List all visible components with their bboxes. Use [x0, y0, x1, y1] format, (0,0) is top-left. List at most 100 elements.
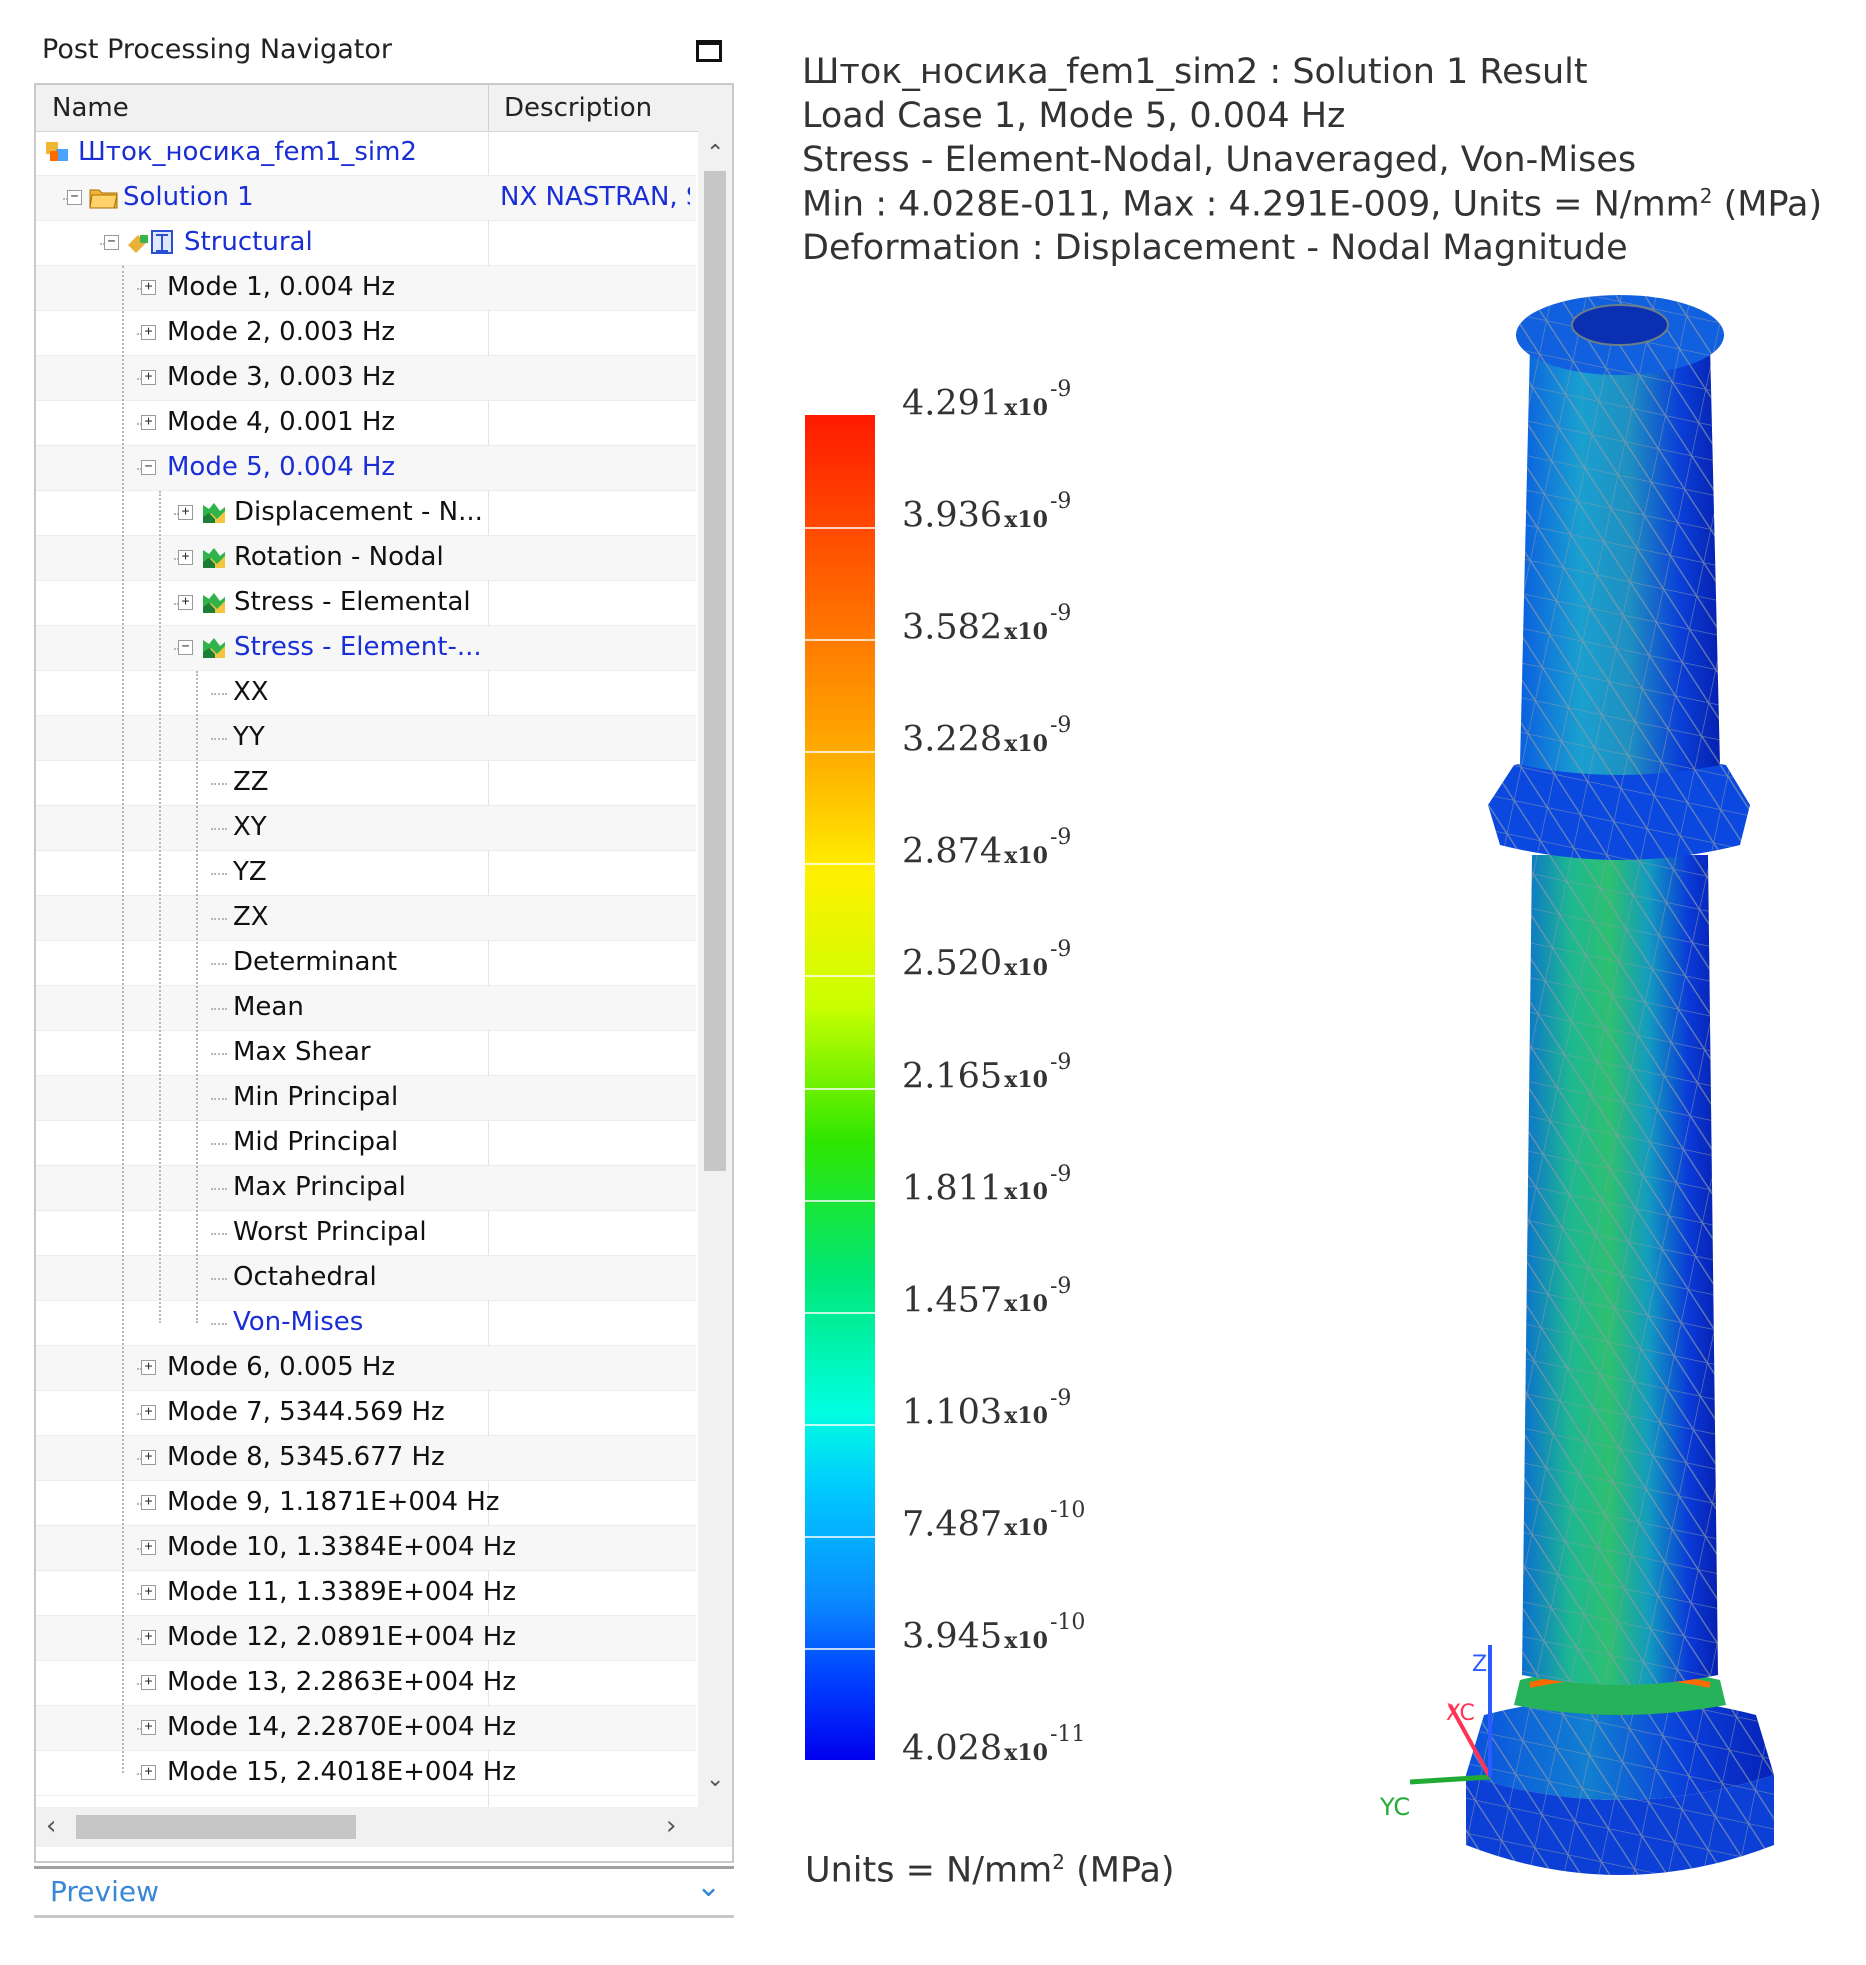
tree-row[interactable]: − Mode 5, 0.004 Hz — [36, 446, 696, 491]
tree-item-label[interactable]: Stress - Elemental — [234, 587, 471, 617]
tree-row[interactable]: + Mode 14, 2.2870E+004 Hz — [36, 1706, 696, 1751]
tree-row[interactable]: − Solution 1 NX NASTRAN, St — [36, 176, 696, 221]
vertical-scrollbar[interactable]: ⌃ ⌄ — [698, 131, 732, 1807]
tree-row[interactable]: + Mode 10, 1.3384E+004 Hz — [36, 1526, 696, 1571]
tree-item-label[interactable]: Min Principal — [233, 1082, 398, 1112]
expand-icon[interactable]: + — [141, 280, 156, 295]
tree-item-label[interactable]: Mode 10, 1.3384E+004 Hz — [167, 1532, 516, 1562]
tree-row[interactable]: YY — [36, 716, 696, 761]
tree-row[interactable]: − Structural — [36, 221, 696, 266]
tree-row[interactable]: XX — [36, 671, 696, 716]
tree-item-label[interactable]: Max Principal — [233, 1172, 406, 1202]
collapse-icon[interactable]: − — [104, 235, 119, 250]
tree-item-label[interactable]: Determinant — [233, 947, 397, 977]
tree-row[interactable]: Mid Principal — [36, 1121, 696, 1166]
tree-row[interactable]: + Mode 1, 0.004 Hz — [36, 266, 696, 311]
tree-item-label[interactable]: Solution 1 — [123, 182, 254, 212]
tree-item-label[interactable]: Mode 4, 0.001 Hz — [167, 407, 395, 437]
expand-icon[interactable]: + — [141, 1495, 156, 1510]
tree-row[interactable]: − Stress - Element-... — [36, 626, 696, 671]
tree-row[interactable]: + Mode 3, 0.003 Hz — [36, 356, 696, 401]
expand-icon[interactable]: + — [141, 1585, 156, 1600]
tree-item-label[interactable]: Worst Principal — [233, 1217, 427, 1247]
fem-model-view[interactable]: YC XC Z — [1380, 285, 1860, 1965]
tree-item-label[interactable]: Mode 6, 0.005 Hz — [167, 1352, 395, 1382]
tree-row[interactable]: XY — [36, 806, 696, 851]
tree-row[interactable]: ZZ — [36, 761, 696, 806]
expand-icon[interactable]: + — [141, 1405, 156, 1420]
tree-item-label[interactable]: Mean — [233, 992, 304, 1022]
tree-item-label[interactable]: Von-Mises — [233, 1307, 363, 1337]
tree-item-label[interactable]: XY — [233, 812, 267, 842]
tree-item-label[interactable]: YY — [233, 722, 265, 752]
expand-icon[interactable]: + — [141, 1450, 156, 1465]
tree-row[interactable]: Determinant — [36, 941, 696, 986]
scroll-right-icon[interactable]: › — [666, 1811, 676, 1841]
tree-row[interactable]: + Rotation - Nodal — [36, 536, 696, 581]
tree-row[interactable]: Min Principal — [36, 1076, 696, 1121]
tree-item-label[interactable]: Mode 7, 5344.569 Hz — [167, 1397, 445, 1427]
vertical-scroll-thumb[interactable] — [704, 171, 726, 1171]
tree-item-label[interactable]: Mode 14, 2.2870E+004 Hz — [167, 1712, 516, 1742]
scroll-up-icon[interactable]: ⌃ — [706, 141, 724, 166]
collapse-icon[interactable]: − — [141, 460, 156, 475]
tree-row[interactable]: + Mode 4, 0.001 Hz — [36, 401, 696, 446]
tree-row[interactable]: ZX — [36, 896, 696, 941]
column-divider[interactable] — [488, 85, 489, 131]
expand-icon[interactable]: + — [141, 1720, 156, 1735]
tree-item-label[interactable]: Mode 13, 2.2863E+004 Hz — [167, 1667, 516, 1697]
tree-row[interactable]: Шток_носика_fem1_sim2 — [36, 131, 696, 176]
tree-item-label[interactable]: Mode 11, 1.3389E+004 Hz — [167, 1577, 516, 1607]
tree-row[interactable]: + Mode 12, 2.0891E+004 Hz — [36, 1616, 696, 1661]
tree-item-label[interactable]: ZX — [233, 902, 269, 932]
tree-item-label[interactable]: Mode 2, 0.003 Hz — [167, 317, 395, 347]
tree-item-label[interactable]: Max Shear — [233, 1037, 371, 1067]
scroll-left-icon[interactable]: ‹ — [46, 1811, 56, 1841]
tree-item-label[interactable]: Mode 12, 2.0891E+004 Hz — [167, 1622, 516, 1652]
tree-item-label[interactable]: Mode 5, 0.004 Hz — [167, 452, 395, 482]
preview-label[interactable]: Preview — [50, 1875, 159, 1908]
tree-row[interactable]: + Mode 13, 2.2863E+004 Hz — [36, 1661, 696, 1706]
tree-item-label[interactable]: Rotation - Nodal — [234, 542, 444, 572]
tree-row[interactable]: + Mode 9, 1.1871E+004 Hz — [36, 1481, 696, 1526]
tree-row[interactable]: Von-Mises — [36, 1301, 696, 1346]
horizontal-scrollbar[interactable]: ‹ › — [36, 1807, 732, 1847]
expand-icon[interactable]: + — [141, 1360, 156, 1375]
tree-item-label[interactable]: Stress - Element-... — [234, 632, 482, 662]
scroll-down-icon[interactable]: ⌄ — [706, 1767, 724, 1792]
tree-item-label[interactable]: Mode 3, 0.003 Hz — [167, 362, 395, 392]
tree-row[interactable]: + Mode 7, 5344.569 Hz — [36, 1391, 696, 1436]
tree-item-label[interactable]: Structural — [184, 227, 313, 257]
tree-row[interactable]: Octahedral — [36, 1256, 696, 1301]
tree-row[interactable]: + Displacement - N... — [36, 491, 696, 536]
expand-icon[interactable]: + — [141, 415, 156, 430]
tree-row[interactable]: + Mode 2, 0.003 Hz — [36, 311, 696, 356]
maximize-icon[interactable] — [696, 40, 722, 62]
tree-item-label[interactable]: Шток_носика_fem1_sim2 — [78, 137, 417, 167]
expand-icon[interactable]: + — [141, 1765, 156, 1780]
preview-section[interactable]: Preview ⌄ — [34, 1866, 734, 1918]
expand-icon[interactable]: + — [141, 1630, 156, 1645]
collapse-icon[interactable]: − — [178, 640, 193, 655]
expand-icon[interactable]: + — [178, 505, 193, 520]
tree-item-label[interactable]: Mode 1, 0.004 Hz — [167, 272, 395, 302]
collapse-icon[interactable]: − — [67, 190, 82, 205]
tree-row[interactable]: + Mode 15, 2.4018E+004 Hz — [36, 1751, 696, 1796]
tree-row[interactable]: Max Shear — [36, 1031, 696, 1076]
tree-item-label[interactable]: YZ — [233, 857, 267, 887]
tree-row[interactable]: YZ — [36, 851, 696, 896]
tree-row[interactable]: + Mode 8, 5345.677 Hz — [36, 1436, 696, 1481]
expand-icon[interactable]: + — [178, 595, 193, 610]
expand-icon[interactable]: + — [141, 1675, 156, 1690]
horizontal-scroll-thumb[interactable] — [76, 1815, 356, 1839]
chevron-down-icon[interactable]: ⌄ — [696, 1869, 721, 1904]
tree-item-label[interactable]: Octahedral — [233, 1262, 377, 1292]
column-header-name[interactable]: Name — [52, 93, 129, 123]
tree-row[interactable]: + Mode 6, 0.005 Hz — [36, 1346, 696, 1391]
tree-row[interactable]: Mean — [36, 986, 696, 1031]
tree-item-label[interactable]: Mode 8, 5345.677 Hz — [167, 1442, 445, 1472]
tree-item-label[interactable]: Displacement - N... — [234, 497, 483, 527]
expand-icon[interactable]: + — [141, 325, 156, 340]
tree-item-label[interactable]: Mode 9, 1.1871E+004 Hz — [167, 1487, 499, 1517]
expand-icon[interactable]: + — [178, 550, 193, 565]
